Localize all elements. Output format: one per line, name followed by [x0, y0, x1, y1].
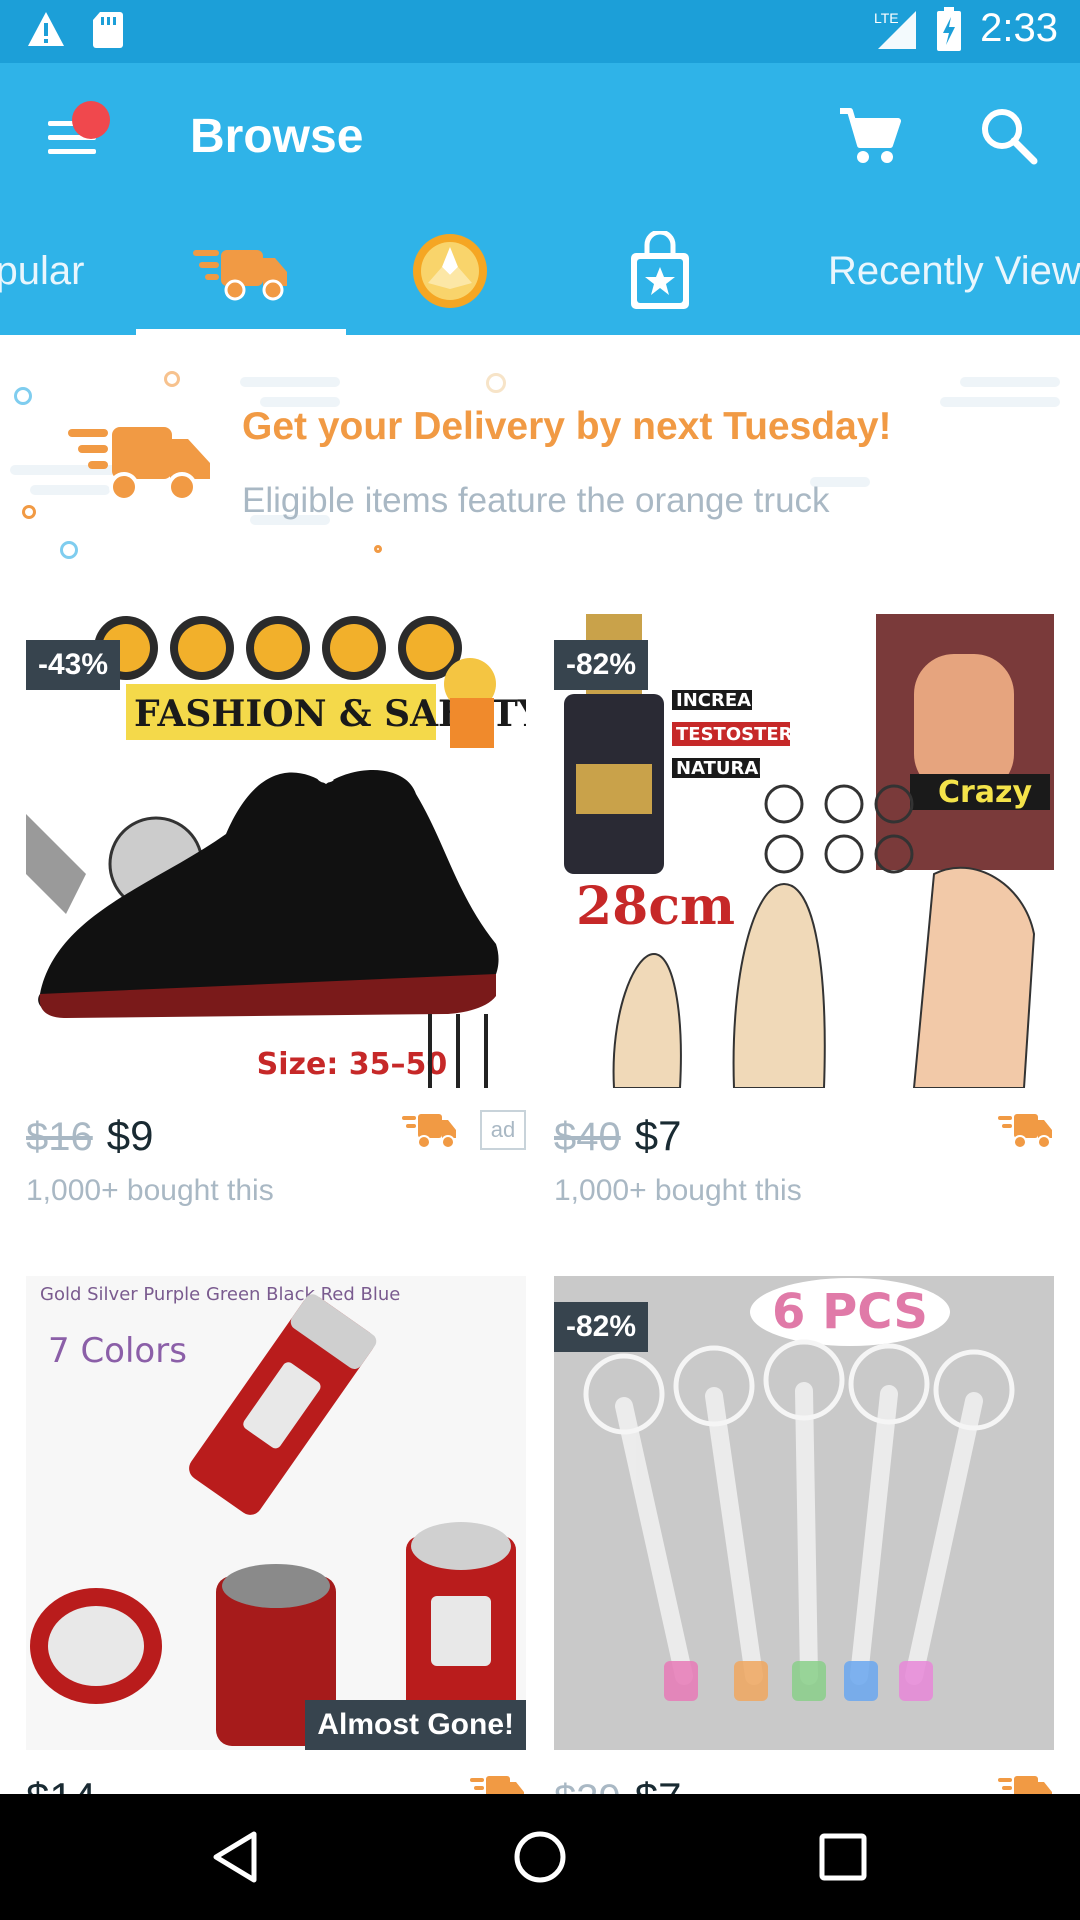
home-icon — [514, 1831, 566, 1883]
product-grid: FASHION & SAFETY G Size: 35–50 -43% $16 … — [0, 614, 1080, 1794]
image-caption: Size: 35–50 — [257, 1047, 448, 1082]
fast-delivery-icon — [470, 1776, 524, 1794]
price-row: $14 — [26, 1774, 96, 1794]
product-image[interactable]: FASHION & SAFETY G Size: 35–50 -43% — [26, 614, 526, 1088]
sale-price: $7 — [634, 1112, 682, 1159]
search-button[interactable] — [976, 103, 1042, 169]
original-price: $40 — [554, 1115, 621, 1159]
tab-recently-viewed[interactable]: Recently View — [828, 207, 1080, 335]
price-row: $39 $7 — [554, 1774, 681, 1794]
delivery-banner[interactable]: Get your Delivery by next Tuesday! Eligi… — [0, 335, 1080, 575]
gold-coin-icon — [413, 234, 487, 308]
image-caption: Gold Silver Purple Green Black Red Blue — [40, 1284, 400, 1305]
page-title: Browse — [190, 110, 364, 163]
bought-count: 1,000+ bought this — [554, 1174, 802, 1207]
banner-subtitle: Eligible items feature the orange truck — [242, 481, 830, 520]
stock-status-badge: Almost Gone! — [305, 1700, 526, 1750]
shopping-bag-star-icon — [631, 231, 689, 309]
menu-icon-line — [48, 149, 96, 154]
battery-charging-icon — [937, 6, 962, 51]
recents-button[interactable] — [808, 1822, 878, 1892]
back-icon — [213, 1831, 257, 1883]
image-caption: 28cm — [576, 876, 735, 937]
image-caption: NATURALLY — [676, 758, 792, 779]
network-type: LTE — [874, 10, 899, 26]
image-caption: Crazy — [938, 775, 1033, 810]
discount-badge: -43% — [26, 640, 121, 690]
original-price: $39 — [554, 1777, 621, 1794]
price-row: $40 $7 — [554, 1112, 681, 1168]
original-price: $16 — [26, 1115, 93, 1159]
discount-badge: -82% — [554, 1302, 649, 1352]
image-caption: TESTOSTERONE — [676, 724, 835, 745]
sale-price: $9 — [106, 1112, 154, 1159]
clock: 2:33 — [980, 6, 1058, 50]
search-icon — [982, 109, 1038, 165]
image-caption: 7 Colors — [48, 1331, 187, 1371]
svg-text:G: G — [314, 756, 336, 789]
system-nav-bar — [0, 1794, 1080, 1920]
signal-icon: LTE — [874, 10, 917, 49]
cart-icon — [840, 108, 901, 163]
tab-label: Recently View — [828, 248, 1080, 293]
status-bar: LTE 2:33 — [0, 0, 1080, 63]
home-button[interactable] — [505, 1822, 575, 1892]
product-image[interactable]: INCREASE TESTOSTERONE NATURALLY Crazy 28… — [554, 614, 1054, 1088]
product-image[interactable]: 6 PCS -82% — [554, 1276, 1054, 1750]
delivery-truck-icon — [68, 427, 210, 502]
tab-fast-delivery[interactable] — [176, 207, 306, 335]
sale-price: $7 — [635, 1774, 682, 1794]
back-button[interactable] — [202, 1822, 272, 1892]
banner-title: Get your Delivery by next Tuesday! — [242, 405, 892, 448]
truck-icon — [193, 250, 287, 301]
fast-delivery-icon — [402, 1114, 456, 1149]
app-bar: Browse pular Recently View — [0, 63, 1080, 335]
price-row: $16 $9 — [26, 1112, 153, 1168]
cart-button[interactable] — [836, 103, 902, 169]
discount-badge: -82% — [554, 640, 649, 690]
bought-count: 1,000+ bought this — [26, 1174, 274, 1207]
category-tabs: pular Recently View — [0, 207, 1080, 335]
product-image[interactable]: Gold Silver Purple Green Black Red Blue … — [26, 1276, 526, 1750]
grinder-image: Gold Silver Purple Green Black Red Blue … — [26, 1276, 526, 1750]
tab-wishlist-bag[interactable] — [610, 207, 710, 335]
image-caption: 6 PCS — [772, 1284, 928, 1340]
warning-icon — [28, 12, 64, 46]
tab-coins[interactable] — [400, 207, 500, 335]
tab-popular[interactable]: pular — [0, 207, 90, 335]
notification-dot — [72, 101, 110, 139]
fast-delivery-icon — [998, 1776, 1052, 1794]
recents-icon — [819, 1833, 867, 1881]
sd-card-icon — [93, 12, 123, 48]
fast-delivery-icon — [998, 1114, 1052, 1149]
image-caption: INCREASE — [676, 690, 776, 711]
sale-price: $14 — [26, 1774, 96, 1794]
tab-label: pular — [0, 248, 85, 293]
ad-label: ad — [480, 1110, 526, 1150]
